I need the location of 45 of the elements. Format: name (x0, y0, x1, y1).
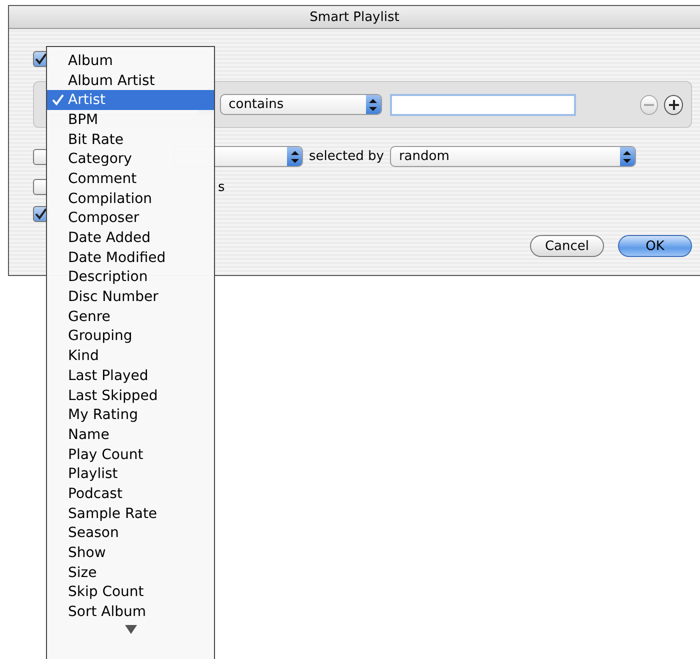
check-icon (52, 94, 64, 106)
menu-item[interactable]: Comment (47, 169, 214, 189)
menu-item[interactable]: Category (47, 149, 214, 170)
menu-item[interactable]: Composer (47, 208, 214, 228)
plus-icon (668, 100, 679, 110)
minus-icon (644, 104, 654, 106)
menu-item[interactable]: Sample Rate (47, 504, 214, 524)
menu-item[interactable]: Skip Count (47, 582, 214, 602)
scroll-down-arrow-icon[interactable] (124, 624, 136, 634)
menu-item[interactable]: Album (47, 51, 214, 71)
menu-item[interactable]: Name (47, 425, 214, 445)
menu-item[interactable]: Grouping (47, 326, 214, 346)
menu-item[interactable]: My Rating (47, 405, 214, 426)
window-title: Smart Playlist (9, 6, 700, 29)
checkbox-label: s (218, 180, 225, 194)
menu-item[interactable]: Disc Number (47, 287, 214, 307)
menu-item[interactable]: Kind (47, 346, 214, 366)
menu-item[interactable]: Album Artist (47, 70, 214, 90)
menu-item[interactable]: Sort Album (47, 602, 214, 622)
add-button[interactable] (664, 94, 683, 114)
menu-item[interactable]: Size (47, 562, 214, 583)
dialog-button[interactable]: Cancel (530, 235, 604, 257)
menu-item[interactable]: Play Count (47, 444, 214, 464)
menu-item[interactable]: Date Modified (47, 248, 214, 268)
menu-item[interactable]: Description (47, 268, 214, 288)
menu-item[interactable]: Season (47, 524, 214, 544)
menu-item[interactable]: Playlist (47, 464, 214, 484)
dialog-button[interactable]: OK (618, 235, 692, 257)
selected-by-label: selected by (309, 149, 384, 164)
popup-arrows-icon (287, 147, 302, 166)
menu-item[interactable]: Podcast (47, 484, 214, 504)
menu-item[interactable]: Last Played (47, 366, 214, 386)
menu-item[interactable]: Artist (47, 90, 214, 110)
menu-item[interactable]: Bit Rate (47, 130, 214, 150)
menu-item[interactable]: Date Added (47, 228, 214, 248)
menu-item[interactable]: BPM (47, 110, 214, 130)
value-field[interactable] (390, 94, 576, 116)
popup-arrows-icon (620, 147, 635, 166)
operator-popup[interactable]: contains (220, 94, 382, 115)
menu-item[interactable]: Genre (47, 306, 214, 327)
popup-arrows-icon (366, 95, 381, 114)
menu-item[interactable]: Last Skipped (47, 386, 214, 406)
selection-popup[interactable]: random (390, 146, 636, 167)
menu-item[interactable]: Show (47, 543, 214, 563)
menu-item[interactable]: Compilation (47, 188, 214, 208)
